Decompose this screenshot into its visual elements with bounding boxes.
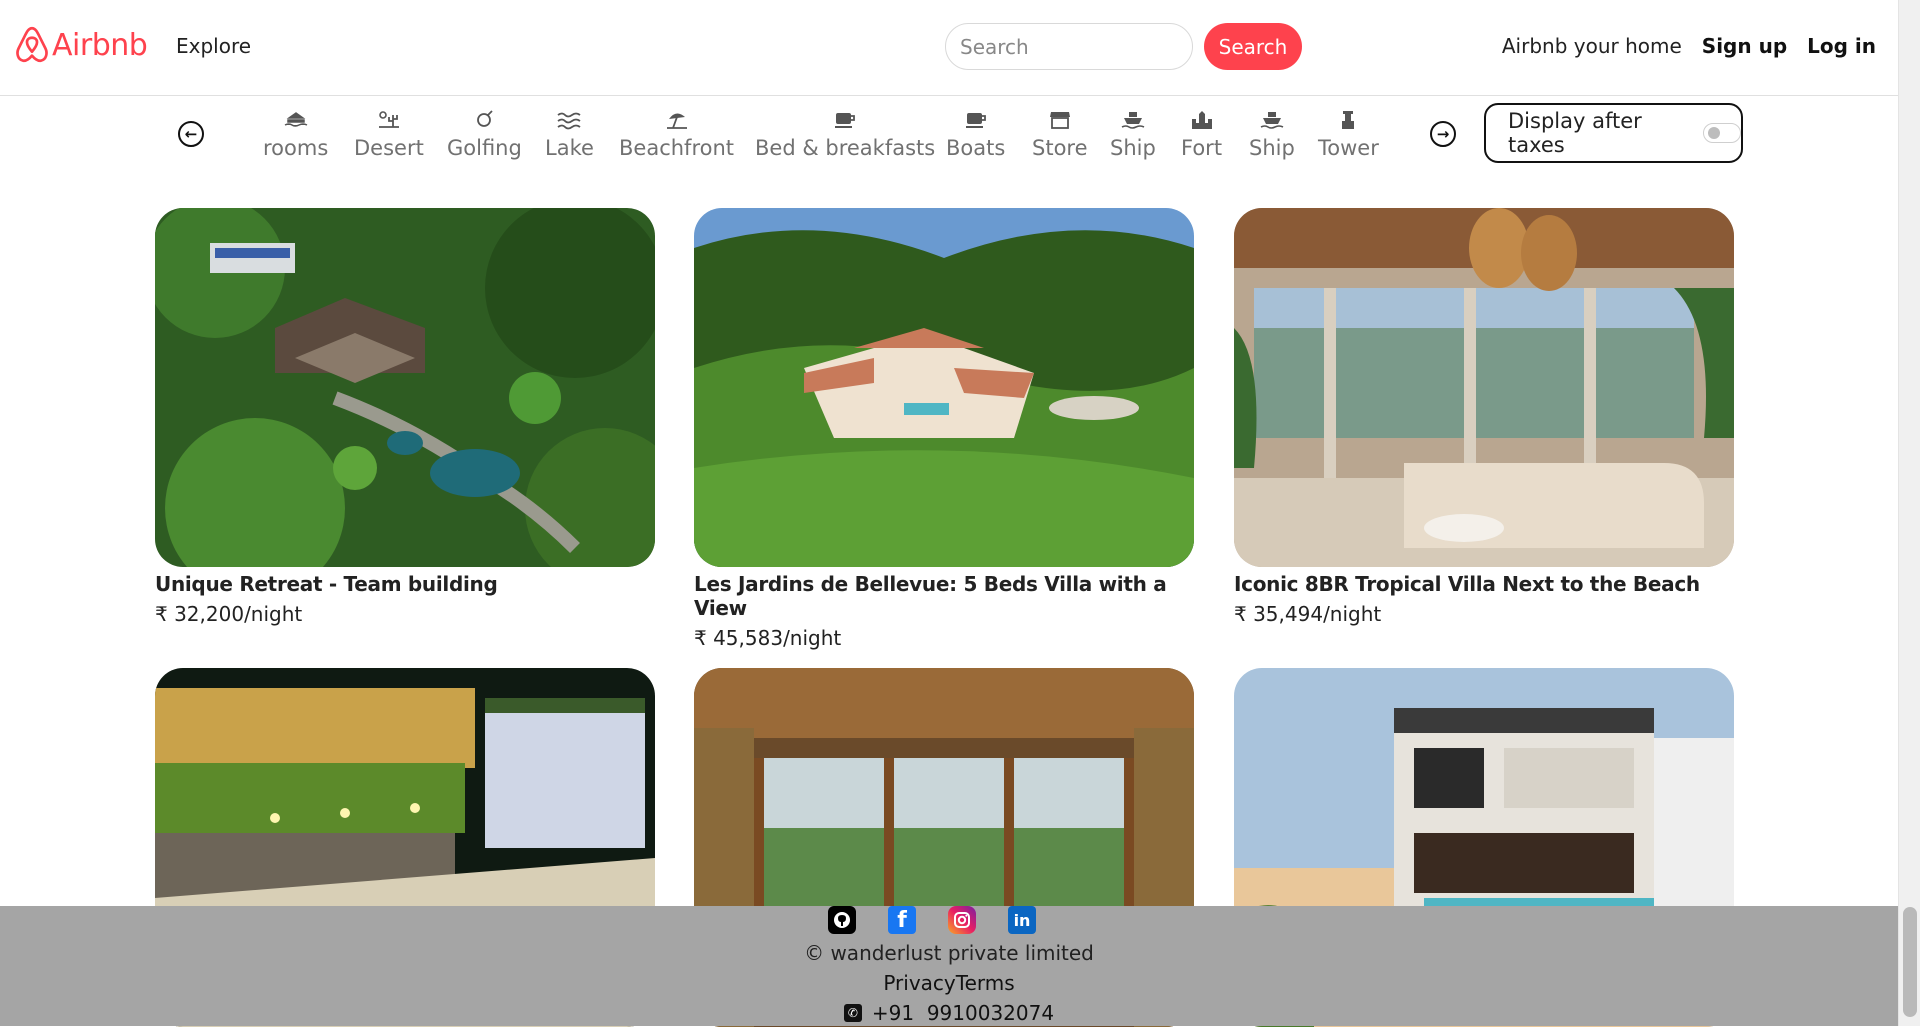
search-button[interactable]: Search	[1204, 23, 1302, 70]
privacy-link[interactable]: Privacy	[883, 971, 955, 995]
listing-card[interactable]: Les Jardins de Bellevue: 5 Beds Villa wi…	[694, 208, 1194, 650]
tax-toggle-label: Display after taxes	[1508, 109, 1642, 157]
listing-card[interactable]: Iconic 8BR Tropical Villa Next to the Be…	[1234, 208, 1734, 626]
filter-tower[interactable]: Tower	[1318, 107, 1379, 160]
filter-label: Fort	[1181, 136, 1223, 160]
search-form: Search	[945, 23, 1302, 70]
signup-link[interactable]: Sign up	[1702, 34, 1787, 58]
facebook-icon[interactable]: f	[888, 906, 916, 934]
listing-price: ₹ 35,494/night	[1234, 602, 1382, 626]
listing-price: ₹ 32,200/night	[155, 602, 303, 626]
listing-photo[interactable]	[155, 208, 655, 567]
listing-price: ₹ 45,583/night	[694, 626, 842, 650]
github-icon[interactable]	[828, 906, 856, 934]
footer-links: PrivacyTerms	[0, 971, 1898, 995]
filter-label: Beachfront	[619, 136, 735, 160]
listing-title: Les Jardins de Bellevue: 5 Beds Villa wi…	[694, 572, 1167, 620]
rooms-icon	[283, 107, 309, 133]
filter-label: Ship	[1249, 136, 1295, 160]
filter-label: Tower	[1318, 136, 1379, 160]
scroll-left-arrow-icon[interactable]: ←	[178, 121, 204, 147]
listing-photo[interactable]	[694, 208, 1194, 567]
phone-icon: ✆	[843, 1004, 862, 1022]
filter-boats[interactable]: Boats	[946, 107, 1005, 160]
beach-umbrella-icon	[664, 107, 690, 133]
filter-bar: ← rooms Desert Golfing Lake Beachfront B…	[0, 97, 1898, 177]
terms-link[interactable]: Terms	[956, 971, 1015, 995]
airbnb-logo-icon	[16, 26, 48, 63]
desert-icon	[376, 107, 402, 133]
navbar: Airbnb Explore Search Airbnb your home S…	[0, 0, 1898, 96]
instagram-icon[interactable]	[948, 906, 976, 934]
airbnb-logo[interactable]: Airbnb	[14, 26, 148, 64]
host-link[interactable]: Airbnb your home	[1502, 34, 1682, 58]
filter-label: Golfing	[447, 136, 522, 160]
scrollbar-thumb[interactable]	[1903, 907, 1917, 1017]
tower-icon	[1335, 107, 1361, 133]
listing-card[interactable]: Unique Retreat - Team building ₹ 32,200/…	[155, 208, 655, 626]
page-scrollbar[interactable]	[1898, 0, 1920, 1026]
store-icon	[1047, 107, 1073, 133]
switch-knob	[1708, 127, 1721, 139]
ship-icon	[1120, 107, 1146, 133]
scroll-right-arrow-icon[interactable]: →	[1430, 121, 1456, 147]
footer: f in © wanderlust private limited Privac…	[0, 906, 1898, 1026]
filter-label: Store	[1032, 136, 1088, 160]
filter-lake[interactable]: Lake	[545, 107, 594, 160]
footer-phone: ✆ +91 9910032074	[0, 1001, 1898, 1025]
filter-label: Ship	[1110, 136, 1156, 160]
login-link[interactable]: Log in	[1807, 34, 1876, 58]
mug-icon	[963, 107, 989, 133]
mug-icon	[832, 107, 858, 133]
lake-icon	[556, 107, 582, 133]
filter-store[interactable]: Store	[1032, 107, 1088, 160]
listing-title: Unique Retreat - Team building	[155, 572, 498, 596]
tax-switch[interactable]	[1703, 123, 1741, 143]
listing-title: Iconic 8BR Tropical Villa Next to the Be…	[1234, 572, 1700, 596]
filter-fort[interactable]: Fort	[1181, 107, 1222, 160]
fort-icon	[1189, 107, 1215, 133]
nav-explore-link[interactable]: Explore	[176, 34, 251, 58]
filter-label: Desert	[354, 136, 424, 160]
tax-toggle[interactable]: Display after taxes	[1484, 103, 1743, 163]
brand-name: Airbnb	[52, 27, 148, 63]
filter-label: Boats	[946, 136, 1006, 160]
linkedin-icon[interactable]: in	[1008, 906, 1036, 934]
filter-golfing[interactable]: Golfing	[447, 107, 522, 160]
filter-ship[interactable]: Ship	[1110, 107, 1156, 160]
listing-photo[interactable]	[1234, 208, 1734, 567]
filter-label: Bed & breakfasts	[755, 136, 936, 160]
filter-label: rooms	[263, 136, 329, 160]
nav-right-links: Airbnb your home Sign up Log in	[1482, 34, 1876, 58]
filter-bed-breakfasts[interactable]: Bed & breakfasts	[755, 107, 935, 160]
phone-number: +91 9910032074	[871, 1001, 1055, 1025]
golfing-icon	[471, 107, 497, 133]
filter-beachfront[interactable]: Beachfront	[619, 107, 734, 160]
filter-desert[interactable]: Desert	[354, 107, 424, 160]
filter-label: Lake	[545, 136, 594, 160]
search-input[interactable]	[945, 23, 1193, 70]
ship-icon	[1259, 107, 1285, 133]
social-links: f in	[828, 906, 1068, 934]
copyright-text: © wanderlust private limited	[804, 941, 1094, 965]
filter-rooms[interactable]: rooms	[263, 107, 328, 160]
filter-ship-2[interactable]: Ship	[1249, 107, 1295, 160]
